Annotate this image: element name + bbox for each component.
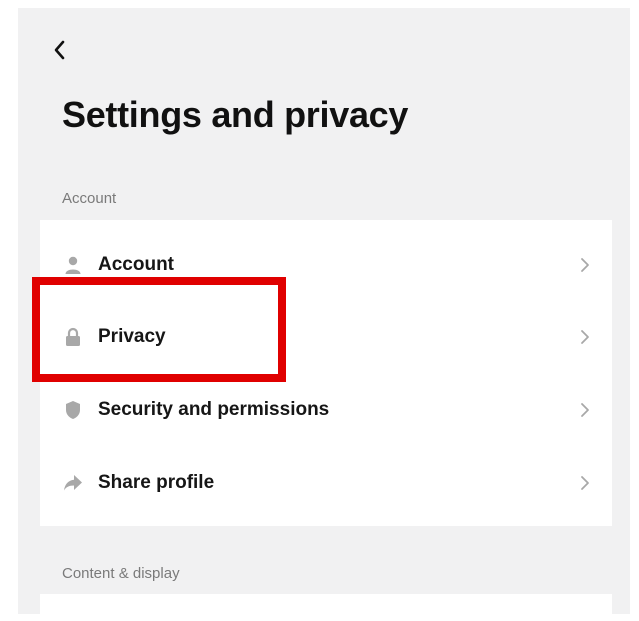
settings-item-label: Privacy [98, 326, 166, 347]
chevron-right-icon [578, 255, 592, 275]
settings-item-label: Share profile [98, 472, 215, 493]
back-button[interactable] [48, 36, 72, 64]
settings-item-label: Account [98, 254, 174, 275]
settings-item-share-profile[interactable]: Share profile [40, 455, 612, 511]
person-icon [62, 254, 84, 276]
share-icon [62, 472, 84, 494]
settings-item-security[interactable]: Security and permissions [40, 382, 612, 438]
chevron-right-icon [578, 327, 592, 347]
chevron-left-icon [54, 40, 65, 60]
lock-icon [62, 326, 84, 348]
settings-item-account[interactable]: Account [40, 237, 612, 293]
chevron-right-icon [578, 400, 592, 420]
chevron-right-icon [578, 473, 592, 493]
settings-item-privacy[interactable]: Privacy [40, 309, 612, 365]
page-title: Settings and privacy [62, 94, 409, 135]
account-settings-list: Account Privacy Security and permissions… [40, 220, 612, 526]
settings-screen: Settings and privacy Account Account Pri… [18, 8, 630, 614]
settings-item-label: Security and permissions [98, 399, 330, 420]
content-display-list [40, 594, 612, 614]
section-header-content-display: Content & display [62, 565, 180, 582]
section-header-account: Account [62, 190, 117, 207]
shield-icon [62, 399, 84, 421]
